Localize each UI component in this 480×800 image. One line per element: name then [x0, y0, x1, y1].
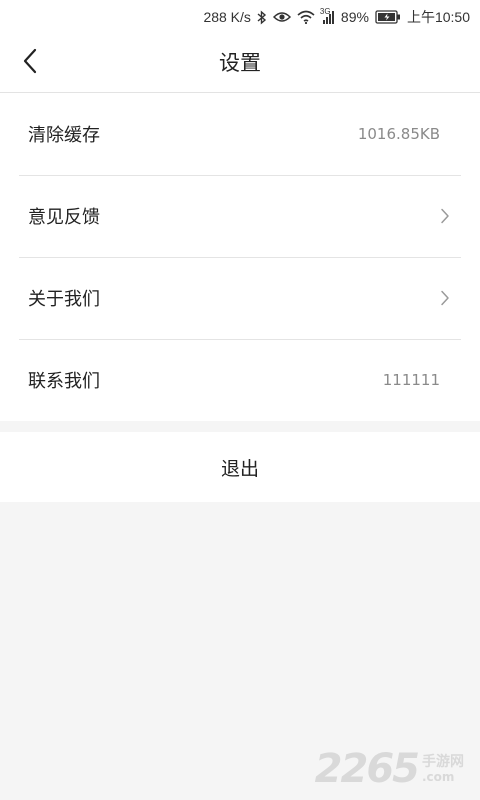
contact-us-row[interactable]: 联系我们 111111 [0, 339, 480, 421]
logout-button[interactable]: 退出 [0, 432, 480, 502]
watermark-number: 2265 [314, 746, 420, 792]
chevron-right-icon [440, 208, 450, 224]
chevron-left-icon [23, 48, 37, 78]
about-us-row[interactable]: 关于我们 [0, 257, 480, 339]
settings-list: 清除缓存 1016.85KB 意见反馈 关于我们 联系我们 111111 [0, 93, 480, 421]
back-button[interactable] [10, 42, 50, 84]
contact-value: 111111 [382, 371, 440, 389]
feedback-row[interactable]: 意见反馈 [0, 175, 480, 257]
bluetooth-icon [257, 9, 267, 25]
chevron-right-icon [440, 290, 450, 306]
net-speed: 288 K/s [203, 9, 251, 25]
logout-label: 退出 [220, 457, 259, 480]
signal-icon: 3G [319, 7, 335, 24]
clear-cache-label: 清除缓存 [28, 125, 100, 146]
network-type: 3G [319, 7, 331, 16]
contact-us-label: 联系我们 [28, 371, 100, 392]
page-title: 设置 [219, 51, 261, 75]
battery-icon [375, 10, 401, 24]
cache-size-value: 1016.85KB [357, 125, 440, 143]
battery-percent: 89% [340, 9, 369, 25]
feedback-label: 意见反馈 [28, 207, 100, 228]
clear-cache-row[interactable]: 清除缓存 1016.85KB [0, 93, 480, 175]
watermark-text-com: .com [422, 770, 455, 784]
eye-icon [272, 11, 291, 23]
clock: 上午10:50 [406, 9, 470, 25]
about-us-label: 关于我们 [28, 289, 100, 310]
watermark-text-cn: 手游网 [422, 754, 464, 770]
nav-bar: 设置 [0, 34, 480, 93]
watermark-logo: 2265 手游网 .com [315, 744, 464, 794]
status-bar: 288 K/s 3G 89% 上午10:50 [0, 0, 480, 34]
wifi-icon [297, 10, 315, 24]
